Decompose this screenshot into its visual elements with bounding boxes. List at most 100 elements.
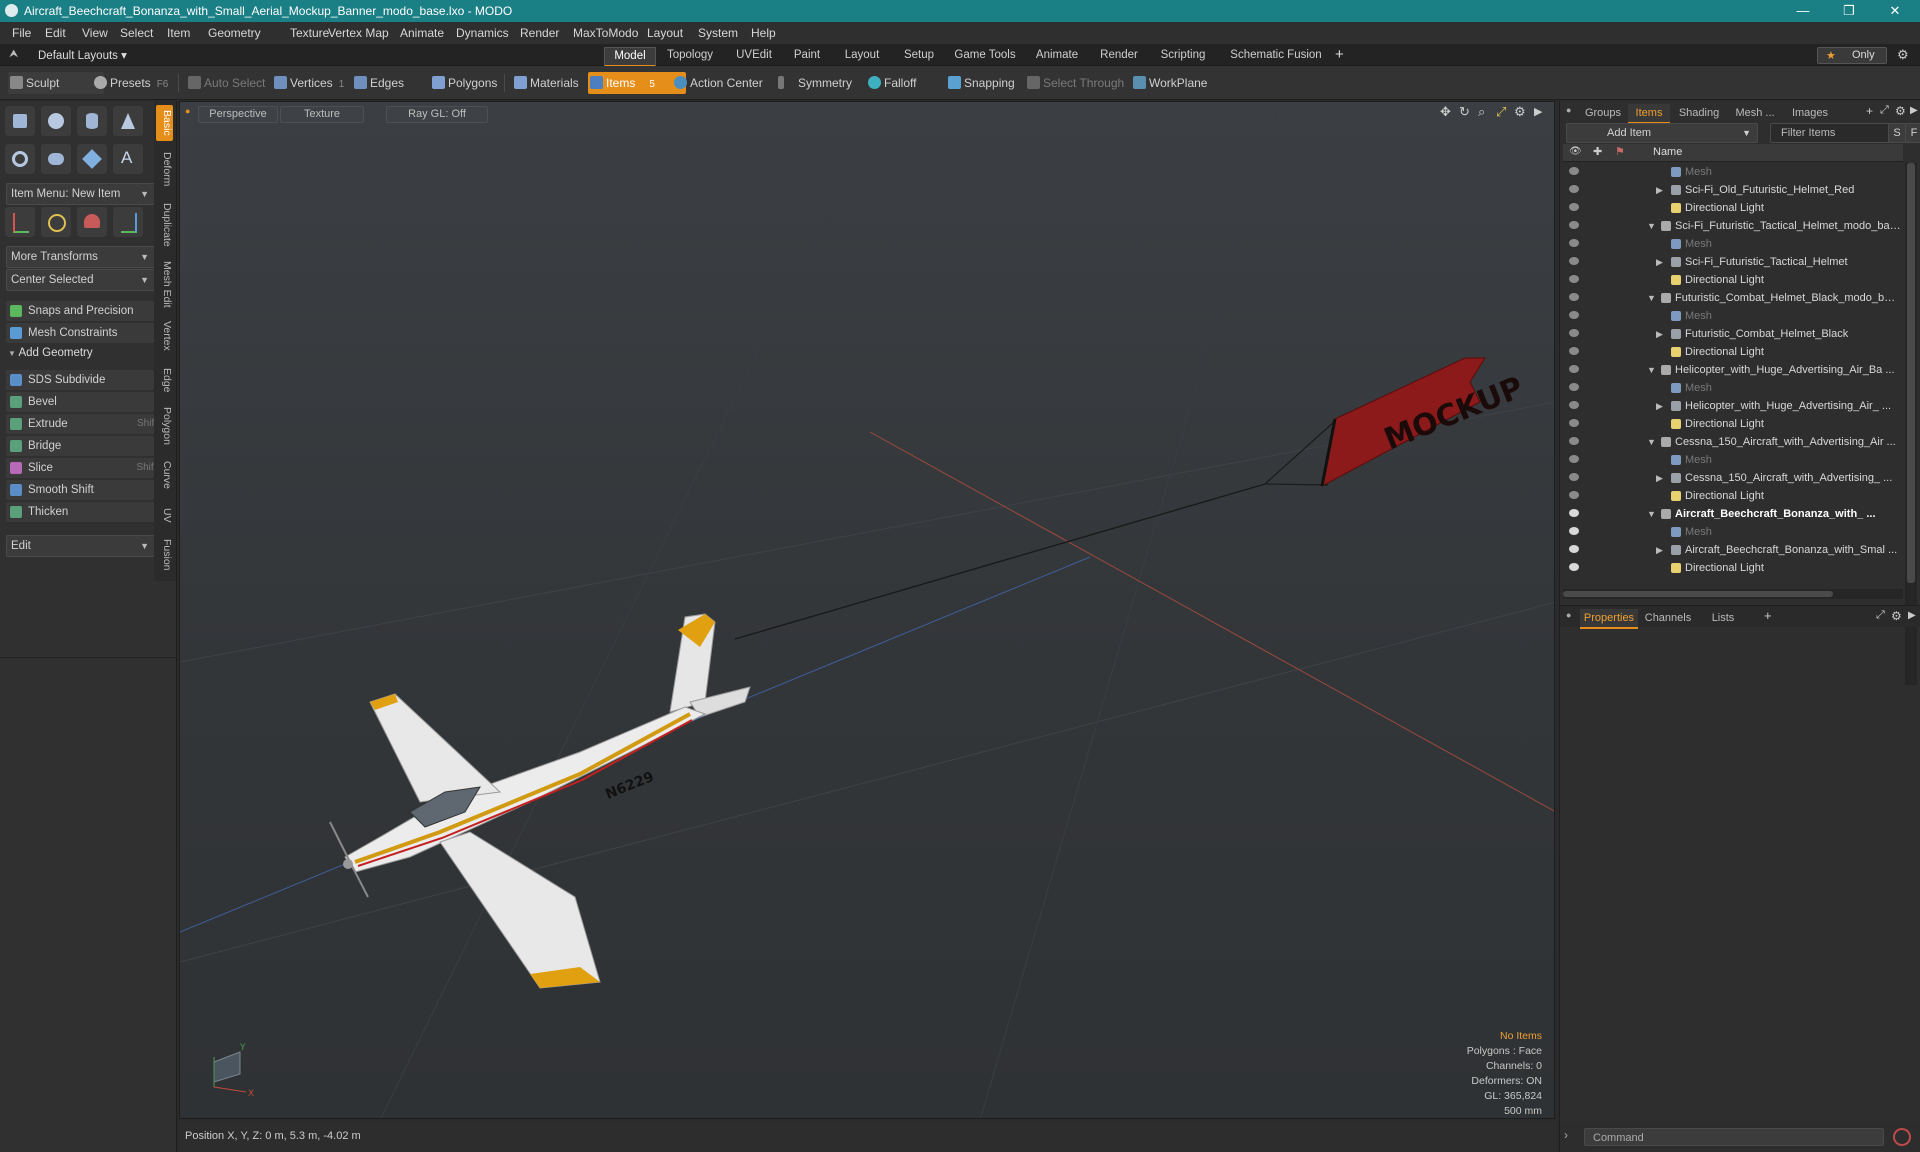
cone-icon[interactable] [113,106,143,136]
visibility-eye-icon[interactable] [1569,329,1579,337]
item-row[interactable]: Mesh [1563,523,1903,541]
vtab-polygon[interactable]: Polygon [156,403,173,449]
visibility-eye-icon[interactable] [1569,311,1579,319]
panel-tab-mesh[interactable]: Mesh ... [1730,104,1780,122]
lock-column-icon[interactable]: ✚ [1593,145,1602,158]
pen-icon[interactable] [77,144,107,174]
expand-triangle-icon[interactable]: ▶ [1656,541,1663,559]
bevel-button[interactable]: BevelB [6,392,171,412]
menu-dynamics[interactable]: Dynamics [456,26,509,40]
maximize-button[interactable]: ❐ [1826,0,1872,22]
thicken-button[interactable]: Thicken [6,502,171,522]
vtab-uv[interactable]: UV [156,501,173,529]
menu-maxtomodo[interactable]: MaxToModo [573,26,638,40]
auto-select-button[interactable]: Auto Select [186,72,265,94]
visibility-eye-icon[interactable] [1569,167,1579,175]
filter-items-input[interactable]: Filter Items [1770,123,1897,143]
add-tab-icon[interactable]: + [1764,608,1772,623]
text-tool-icon[interactable]: A [113,144,143,174]
visibility-eye-icon[interactable] [1569,383,1579,391]
panel-settings-icon[interactable]: ⚙ [1895,104,1906,118]
transform-tool-icon[interactable] [113,207,143,237]
rotate-tool-icon[interactable] [41,207,71,237]
visibility-eye-icon[interactable] [1569,455,1579,463]
visibility-eye-icon[interactable] [1569,203,1579,211]
falloff-button[interactable]: Falloff [866,72,916,94]
expand-triangle-icon[interactable]: ▶ [1656,397,1663,415]
item-row[interactable]: ▼ Futuristic_Combat_Helmet_Black_modo_ba … [1563,289,1903,307]
edit-dropdown[interactable]: Edit ▼ [6,535,155,557]
bridge-button[interactable]: Bridge [6,436,171,456]
expand-triangle-icon[interactable]: ▶ [1656,325,1663,343]
visibility-eye-icon[interactable] [1569,491,1579,499]
item-row[interactable]: Directional Light [1563,559,1903,577]
visibility-eye-icon[interactable] [1569,419,1579,427]
snaps-and-precision-button[interactable]: Snaps and Precision [6,301,171,321]
add-tab-icon[interactable]: + [1866,104,1873,118]
search-s-button[interactable]: S [1888,123,1906,143]
menu-edit[interactable]: Edit [45,26,66,40]
item-row[interactable]: Directional Light [1563,271,1903,289]
3d-viewport[interactable]: ● Perspective Texture Ray GL: Off ✥ ↻ ⌕ … [179,101,1555,1119]
symmetry-button[interactable]: Symmetry [776,72,852,94]
visibility-column-icon[interactable]: 👁 [1569,146,1582,157]
panel-settings-icon[interactable]: ⚙ [1891,609,1902,623]
only-button[interactable]: ★ Only [1817,47,1887,64]
menu-view[interactable]: View [82,26,108,40]
expand-triangle-icon[interactable]: ▶ [1656,181,1663,199]
item-row[interactable]: ▼ Helicopter_with_Huge_Advertising_Air_Ba… [1563,361,1903,379]
horizontal-scrollbar-thumb[interactable] [1563,591,1833,597]
layout-tab-render[interactable]: Render [1093,47,1145,64]
gear-icon[interactable]: ⚙ [1897,47,1909,63]
sphere-icon[interactable] [41,106,71,136]
menu-geometry[interactable]: Geometry [208,26,261,40]
layout-tab-setup[interactable]: Setup [895,47,943,64]
select-through-button[interactable]: Select Through [1025,72,1124,94]
layout-tab-topology[interactable]: Topology [662,47,718,64]
item-row[interactable]: Directional Light [1563,199,1903,217]
polygons-button[interactable]: Polygons [430,72,497,94]
sds-subdivide-button[interactable]: SDS SubdivideD [6,370,171,390]
menu-file[interactable]: File [12,26,31,40]
vtab-vertex[interactable]: Vertex [156,315,173,357]
item-row[interactable]: Mesh [1563,307,1903,325]
visibility-eye-icon[interactable] [1569,185,1579,193]
menu-system[interactable]: System [698,26,738,40]
item-row[interactable]: ▼ Cessna_150_Aircraft_with_Advertising_Ai… [1563,433,1903,451]
layout-toggle-icon[interactable]: ⮝ [9,48,18,61]
vtab-basic[interactable]: Basic [156,105,173,141]
scale-tool-icon[interactable] [77,207,107,237]
item-row[interactable]: ▶ Sci-Fi_Futuristic_Tactical_Helmet [1563,253,1903,271]
scrollbar-thumb[interactable] [1907,163,1915,583]
item-row[interactable]: ▶ Sci-Fi_Old_Futuristic_Helmet_Red [1563,181,1903,199]
vtab-fusion[interactable]: Fusion [156,533,173,577]
visibility-eye-icon[interactable] [1569,365,1579,373]
item-row[interactable]: ▶ Futuristic_Combat_Helmet_Black [1563,325,1903,343]
item-row[interactable]: ▶ Aircraft_Beechcraft_Bonanza_with_Smal .… [1563,541,1903,559]
item-row[interactable]: Directional Light [1563,343,1903,361]
default-layouts-dropdown[interactable]: Default Layouts ▾ [38,48,127,62]
visibility-eye-icon[interactable] [1569,527,1579,535]
name-column-header[interactable]: Name [1653,146,1682,158]
properties-tab-properties[interactable]: Properties [1580,609,1638,629]
more-transforms-dropdown[interactable]: More Transforms ▼ [6,246,155,268]
vtab-mesh-edit[interactable]: Mesh Edit [156,257,173,311]
item-row[interactable]: ▶ Cessna_150_Aircraft_with_Advertising_ .… [1563,469,1903,487]
vtab-curve[interactable]: Curve [156,453,173,497]
center-selected-dropdown[interactable]: Center Selected ▼ [6,269,155,291]
expand-triangle-icon[interactable]: ▶ [1656,469,1663,487]
record-macro-icon[interactable] [1893,1128,1911,1146]
menu-vertex-map[interactable]: Vertex Map [328,26,389,40]
add-item-dropdown[interactable]: Add Item ▼ [1566,123,1758,143]
item-row[interactable]: ▼ Aircraft_Beechcraft_Bonanza_with_ ... [1563,505,1903,523]
collapse-triangle-icon[interactable]: ▼ [1647,361,1656,379]
visibility-eye-icon[interactable] [1569,293,1579,301]
cylinder-icon[interactable] [77,106,107,136]
command-input[interactable]: Command [1584,1128,1884,1146]
item-row[interactable]: Mesh [1563,379,1903,397]
visibility-eye-icon[interactable] [1569,239,1579,247]
visibility-eye-icon[interactable] [1569,347,1579,355]
collapse-triangle-icon[interactable]: ▼ [1647,505,1656,523]
add-geometry-header[interactable]: ▼ Add Geometry [8,347,93,359]
expand-icon[interactable]: ⤢ [1876,609,1885,622]
